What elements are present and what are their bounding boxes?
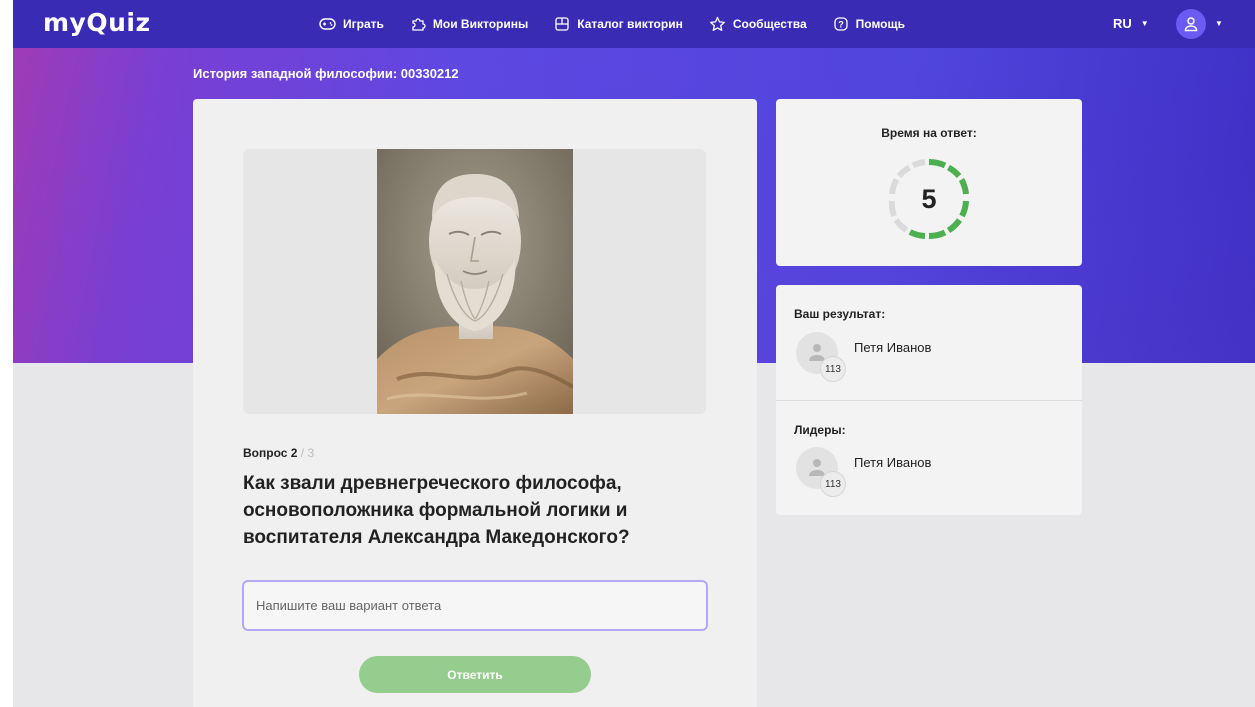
help-icon: ? [834,17,848,31]
question-total: / 3 [300,446,315,460]
star-icon [709,16,725,31]
language-label: RU [1113,16,1132,31]
your-result-row: 113 Петя Иванов [796,332,932,382]
avatar: 113 [796,447,846,497]
nav-item-label: Помощь [855,17,906,31]
leaders-label: Лидеры: [794,423,846,437]
results-card: Ваш результат: 113 Петя Иванов Лидеры: 1… [776,285,1082,515]
nav-item-label: Каталог викторин [577,17,683,31]
divider [776,400,1082,401]
leader-row: 113 Петя Иванов [796,447,932,497]
top-navigation-bar: myQuiz Играть Мои Викторины Каталог викт… [13,0,1255,48]
nav-item-label: Мои Викторины [432,17,529,31]
your-result-label: Ваш результат: [794,307,886,321]
nav-item-catalog[interactable]: Каталог викторин [554,16,683,32]
submit-answer-button[interactable]: Ответить [359,656,591,693]
user-avatar-button[interactable] [1176,9,1206,39]
nav-item-communities[interactable]: Сообщества [709,16,807,32]
nav-item-my-quizzes[interactable]: Мои Викторины [410,16,528,32]
answer-input[interactable] [242,580,708,631]
user-name: Петя Иванов [854,454,932,470]
question-text: Как звали древнегреческого философа, осн… [243,473,630,548]
quiz-title: История западной философии: 00330212 [193,66,459,81]
gamepad-icon [319,18,336,30]
timer-label: Время на ответ: [881,126,977,140]
nav-item-label: Играть [343,17,384,31]
catalog-icon [555,17,569,31]
svg-text:?: ? [838,20,844,30]
avatar: 113 [796,332,846,382]
timer-value: 5 [921,183,937,214]
timer-card: Время на ответ: 5 [776,99,1082,266]
language-selector[interactable]: RU ▼ [1113,16,1149,31]
nav-item-help[interactable]: ? Помощь [833,16,905,32]
score-badge: 113 [820,471,846,497]
logo[interactable]: myQuiz [43,8,151,37]
score-badge: 113 [820,356,846,382]
question-number: Вопрос 2 [243,446,298,460]
question-image-frame [243,149,706,414]
nav-item-play[interactable]: Играть [319,17,384,31]
caret-down-icon: ▼ [1140,19,1149,28]
user-name: Петя Иванов [854,339,932,355]
question-card: Вопрос 2 / 3 Как звали древнегреческого … [193,99,757,707]
nav-item-label: Сообщества [732,17,807,31]
left-edge-strip [0,0,13,707]
user-icon [1184,17,1198,32]
main-nav: Играть Мои Викторины Каталог викторин Со… [319,0,931,48]
caret-down-icon[interactable]: ▼ [1215,19,1223,28]
question-image [377,149,573,414]
question-counter: Вопрос 2 / 3 [243,446,314,460]
puzzle-icon [412,18,426,31]
